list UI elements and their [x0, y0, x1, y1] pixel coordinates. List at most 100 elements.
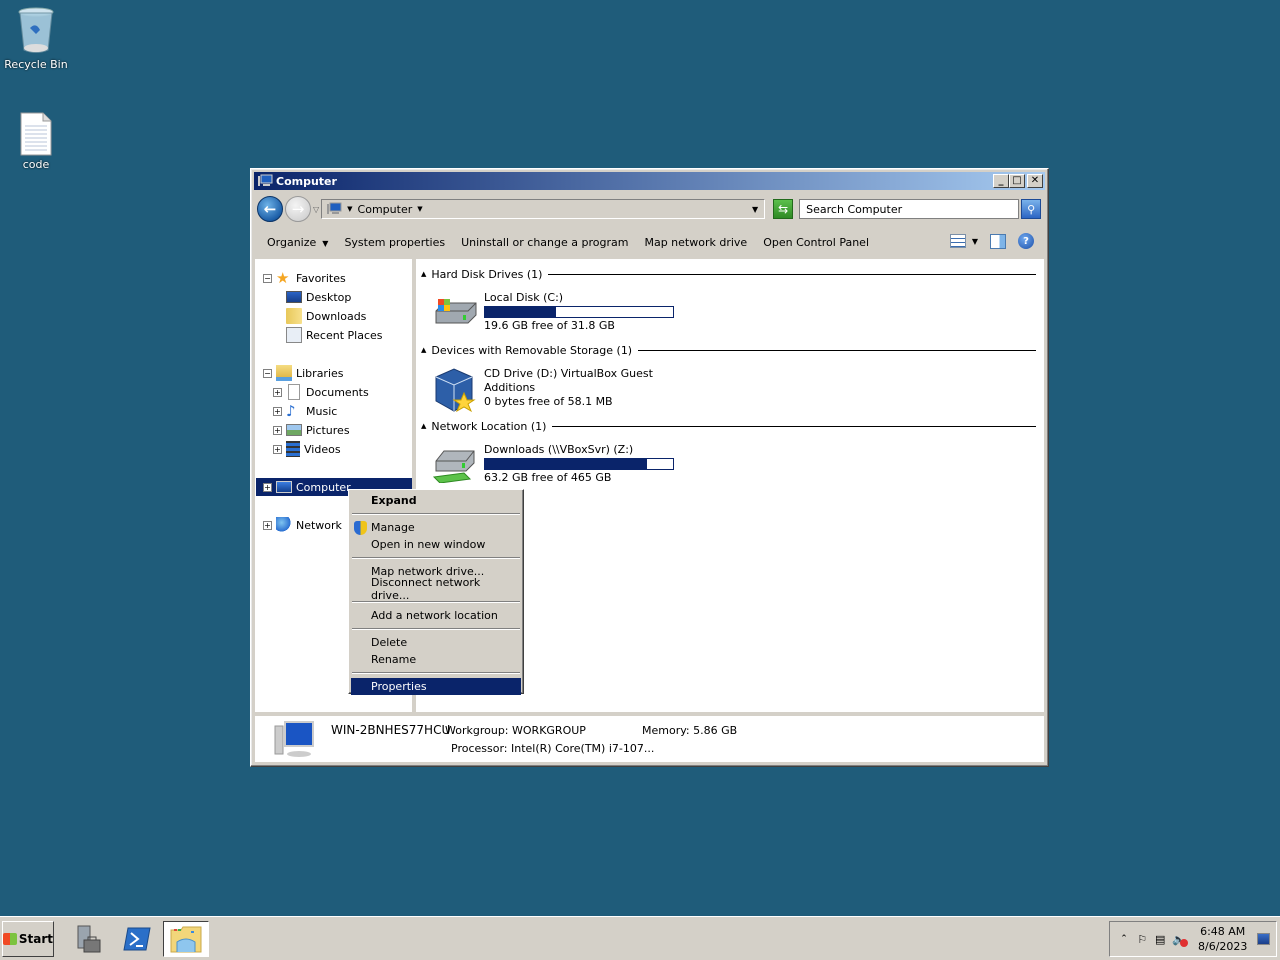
- maximize-button[interactable]: □: [1009, 174, 1025, 188]
- menu-item-rename[interactable]: Rename: [351, 651, 521, 668]
- tree-item-favorites[interactable]: − ★ Favorites: [263, 269, 346, 287]
- group-divider: [552, 425, 1036, 427]
- computer-icon: [327, 202, 342, 214]
- expand-toggle[interactable]: +: [273, 406, 282, 416]
- desktop-icon-code[interactable]: code: [0, 112, 72, 171]
- expand-toggle[interactable]: +: [273, 425, 282, 435]
- view-options-dropdown[interactable]: ▼: [972, 237, 978, 246]
- collapse-group-icon: ▲: [421, 422, 427, 430]
- network-status-icon[interactable]: ▤: [1154, 931, 1166, 947]
- taskbar-windows-explorer[interactable]: [163, 921, 209, 957]
- forward-arrow-icon: →: [291, 200, 305, 218]
- show-desktop-button[interactable]: [1257, 933, 1270, 945]
- preview-pane-button[interactable]: [990, 233, 1006, 249]
- action-center-flag-icon[interactable]: ⚐: [1136, 931, 1148, 947]
- group-header-label: Devices with Removable Storage (1): [431, 343, 633, 357]
- forward-button[interactable]: →: [285, 196, 311, 222]
- tree-item-recent-places[interactable]: Recent Places: [286, 326, 383, 344]
- back-button[interactable]: ←: [257, 196, 283, 222]
- tree-item-label: Favorites: [296, 271, 346, 285]
- minimize-button[interactable]: _: [993, 174, 1009, 188]
- memory-label: Memory:: [642, 724, 690, 737]
- collapse-group-icon: ▲: [421, 270, 427, 278]
- tree-item-music[interactable]: + ♪ Music: [273, 402, 337, 420]
- refresh-button[interactable]: ⇆: [773, 199, 794, 219]
- workgroup-row: Workgroup: WORKGROUP: [445, 724, 586, 737]
- network-icon: [276, 517, 292, 533]
- group-header-hard-disk-drives[interactable]: ▲ Hard Disk Drives (1): [421, 267, 1036, 281]
- group-header-label: Hard Disk Drives (1): [431, 267, 543, 281]
- expand-toggle[interactable]: +: [263, 520, 272, 530]
- tree-item-network[interactable]: + Network: [263, 516, 342, 534]
- tree-item-downloads[interactable]: Downloads: [286, 307, 366, 325]
- address-dropdown[interactable]: ▼: [752, 205, 758, 214]
- network-drive-icon: [430, 443, 480, 484]
- menu-item-open-new-window[interactable]: Open in new window: [351, 536, 521, 553]
- tree-item-label: Documents: [306, 385, 369, 399]
- tree-item-documents[interactable]: + Documents: [273, 383, 369, 401]
- tree-item-desktop[interactable]: Desktop: [286, 288, 351, 306]
- menu-item-expand[interactable]: Expand: [351, 492, 521, 509]
- virtualbox-cd-icon: [430, 367, 480, 413]
- menu-item-manage[interactable]: Manage: [351, 519, 521, 536]
- desktop-icon-label: code: [22, 158, 50, 171]
- group-header-removable-storage[interactable]: ▲ Devices with Removable Storage (1): [421, 343, 1036, 357]
- search-input[interactable]: Search Computer: [799, 199, 1020, 219]
- collapse-toggle[interactable]: −: [263, 273, 272, 283]
- expand-toggle[interactable]: +: [273, 444, 282, 454]
- drive-cd-d[interactable]: CD Drive (D:) VirtualBox Guest Additions…: [430, 367, 653, 413]
- drive-local-disk-c[interactable]: Local Disk (C:) 19.6 GB free of 31.8 GB: [430, 291, 674, 333]
- recent-pages-dropdown[interactable]: ▽: [313, 205, 319, 214]
- breadcrumb-computer-arrow[interactable]: ▼: [417, 205, 422, 213]
- breadcrumb-root-arrow[interactable]: ▼: [347, 205, 352, 213]
- computer-icon: [258, 174, 273, 186]
- map-network-drive-button[interactable]: Map network drive: [644, 236, 747, 249]
- close-button[interactable]: ✕: [1027, 174, 1043, 188]
- text-file-icon: [20, 112, 52, 156]
- show-hidden-icons-button[interactable]: ⌃: [1118, 931, 1130, 947]
- address-bar[interactable]: ▼ Computer ▼ ▼: [321, 199, 766, 219]
- help-button[interactable]: ?: [1018, 233, 1034, 249]
- music-icon: ♪: [286, 402, 296, 420]
- collapse-group-icon: ▲: [421, 346, 427, 354]
- tree-item-pictures[interactable]: + Pictures: [273, 421, 350, 439]
- star-icon: ★: [276, 269, 290, 287]
- menu-item-delete[interactable]: Delete: [351, 634, 521, 651]
- clock-date: 8/6/2023: [1197, 940, 1248, 953]
- expand-toggle[interactable]: +: [273, 387, 282, 397]
- title-bar[interactable]: Computer _ □ ✕: [254, 172, 1045, 190]
- volume-muted-icon[interactable]: 🔈: [1172, 931, 1188, 947]
- tree-item-label: Videos: [304, 442, 341, 456]
- search-button[interactable]: ⚲: [1021, 199, 1042, 219]
- recycle-bin-icon: [18, 7, 54, 53]
- breadcrumb-computer[interactable]: Computer: [358, 203, 413, 216]
- tree-item-label: Pictures: [306, 423, 350, 437]
- open-control-panel-button[interactable]: Open Control Panel: [763, 236, 869, 249]
- organize-button[interactable]: Organize ▼: [267, 236, 328, 249]
- organize-label: Organize: [267, 235, 317, 249]
- start-button[interactable]: Start: [2, 921, 54, 957]
- group-header-network-location[interactable]: ▲ Network Location (1): [421, 419, 1036, 433]
- tree-item-label: Music: [306, 404, 338, 418]
- change-view-button[interactable]: [949, 234, 966, 248]
- uninstall-program-button[interactable]: Uninstall or change a program: [461, 236, 628, 249]
- tree-item-label: Downloads: [306, 309, 367, 323]
- desktop-icon-recycle-bin[interactable]: Recycle Bin: [0, 6, 72, 71]
- processor-value: Intel(R) Core(TM) i7-107...: [511, 742, 655, 755]
- drive-network-z[interactable]: Downloads (\\VBoxSvr) (Z:) 63.2 GB free …: [430, 443, 674, 485]
- menu-item-add-network-location[interactable]: Add a network location: [351, 607, 521, 624]
- menu-item-properties[interactable]: Properties: [351, 678, 521, 695]
- taskbar-powershell[interactable]: [114, 921, 160, 957]
- expand-toggle[interactable]: +: [263, 482, 272, 492]
- drive-usage-fill: [485, 307, 557, 317]
- menu-separator: [352, 513, 520, 515]
- processor-row: Processor: Intel(R) Core(TM) i7-107...: [451, 742, 654, 755]
- tree-item-videos[interactable]: + Videos: [273, 440, 341, 458]
- collapse-toggle[interactable]: −: [263, 368, 272, 378]
- desktop-icon-label: Recycle Bin: [4, 58, 68, 71]
- menu-item-disconnect-network-drive[interactable]: Disconnect network drive...: [351, 576, 521, 602]
- tree-item-libraries[interactable]: − Libraries: [263, 364, 344, 382]
- system-properties-button[interactable]: System properties: [344, 236, 445, 249]
- clock[interactable]: 6:48 AM 8/6/2023: [1198, 924, 1247, 954]
- taskbar-server-manager[interactable]: [64, 921, 110, 957]
